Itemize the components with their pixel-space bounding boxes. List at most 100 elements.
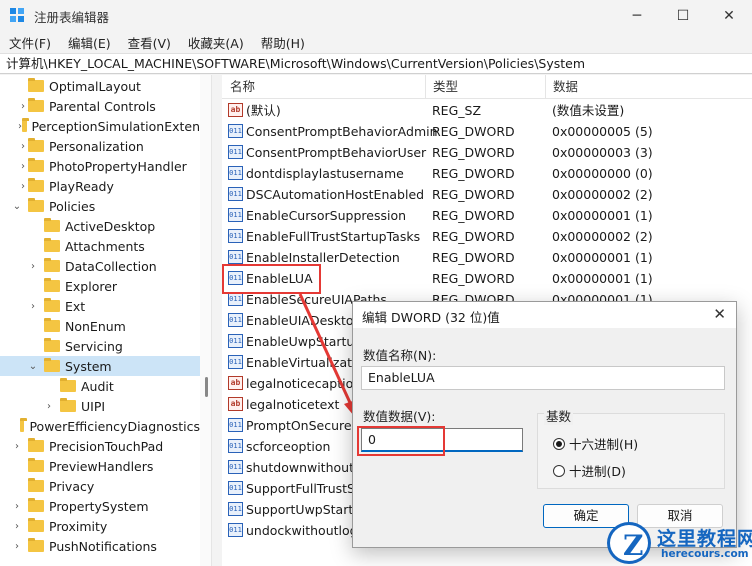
value-row[interactable]: 011 EnableFullTrustStartupTasks REG_DWORD 0… [222,226,752,247]
tree-item-label: Explorer [65,278,118,294]
expand-icon[interactable] [34,276,44,296]
tree-item[interactable]: › PrecisionTouchPad [0,436,200,456]
tree-item[interactable]: › Personalization [0,136,200,156]
expand-icon[interactable] [18,476,28,496]
chevron-right-icon[interactable]: › [18,156,28,176]
radio-hex[interactable]: 十六进制(H) [553,434,638,453]
value-data-label: 数值数据(V): [363,409,436,424]
tree-item[interactable]: › DataCollection [0,256,200,276]
tree-scrollbar[interactable] [200,75,211,566]
folder-icon [28,478,44,492]
tree-item[interactable]: › PhotoPropertyHandler [0,156,200,176]
value-row[interactable]: 011 DSCAutomationHostEnabled REG_DWORD 0x00… [222,184,752,205]
chevron-right-icon[interactable]: › [18,96,28,116]
tree-item[interactable]: ActiveDesktop [0,216,200,236]
chevron-right-icon[interactable]: › [12,536,22,556]
dialog-close-icon[interactable]: ✕ [713,305,726,323]
value-data: 0x00000003 (3) [552,145,653,160]
value-data: 0x00000002 (2) [552,187,653,202]
chevron-right-icon[interactable]: › [18,136,28,156]
string-value-icon: ab [228,397,243,411]
folder-icon [60,378,76,392]
expand-icon[interactable] [50,376,60,396]
tree-item[interactable]: PowerEfficiencyDiagnostics [0,416,200,436]
tree-item[interactable]: › PushNotifications [0,536,200,556]
folder-icon [60,398,76,412]
tree-item[interactable]: NonEnum [0,316,200,336]
folder-icon [44,298,60,312]
tree-item[interactable]: › PropertySystem [0,496,200,516]
tree-item[interactable]: Explorer [0,276,200,296]
chevron-down-icon[interactable]: ⌄ [12,196,22,216]
close-button[interactable]: ✕ [706,0,752,32]
expand-icon[interactable] [34,336,44,356]
value-data: 0x00000005 (5) [552,124,653,139]
chevron-right-icon[interactable]: › [44,396,54,416]
value-type: REG_DWORD [432,271,515,286]
tree-item[interactable]: ⌄ Policies [0,196,200,216]
binary-value-icon: 011 [228,418,243,432]
value-data: 0x00000000 (0) [552,166,653,181]
column-header-data[interactable]: 数据 [545,75,578,99]
menu-edit[interactable]: 编辑(E) [59,33,119,52]
chevron-down-icon[interactable]: ⌄ [28,356,38,376]
tree-item[interactable]: Servicing [0,336,200,356]
tree-item[interactable]: › Proximity [0,516,200,536]
value-row[interactable]: 011 ConsentPromptBehaviorUser REG_DWORD 0x0… [222,142,752,163]
value-name-field[interactable]: EnableLUA [361,366,725,390]
title-bar: 注册表编辑器 ─ ☐ ✕ [0,0,752,32]
tree-item-label: Policies [49,198,96,214]
tree-item[interactable]: › Parental Controls [0,96,200,116]
value-name: EnableCursorSuppression [246,208,407,223]
tree-item-label: Personalization [49,138,144,154]
tree-item[interactable]: › PlayReady [0,176,200,196]
value-type: REG_DWORD [432,166,515,181]
tree-scrollbar-thumb[interactable] [205,377,208,397]
tree-item[interactable]: Privacy [0,476,200,496]
chevron-right-icon[interactable]: › [18,176,28,196]
radio-selected-icon[interactable] [553,437,565,450]
chevron-right-icon[interactable]: › [12,516,22,536]
tree-item[interactable]: PreviewHandlers [0,456,200,476]
folder-icon [28,498,44,512]
radio-decimal[interactable]: 十进制(D) [553,461,626,480]
value-name: scforceoption [246,439,331,454]
chevron-right-icon[interactable]: › [28,296,38,316]
menu-file[interactable]: 文件(F) [0,33,59,52]
tree-item[interactable]: Audit [0,376,200,396]
expand-icon[interactable] [18,456,28,476]
column-header-name[interactable]: 名称 [222,75,255,99]
chevron-right-icon[interactable]: › [12,436,22,456]
value-type: REG_DWORD [432,229,515,244]
tree-item[interactable]: OptimalLayout [0,76,200,96]
menu-help[interactable]: 帮助(H) [252,33,313,52]
tree-item[interactable]: › PerceptionSimulationExten [0,116,200,136]
tree-item-label: PerceptionSimulationExten [31,118,200,134]
binary-value-icon: 011 [228,313,243,327]
folder-icon [28,458,44,472]
radio-unselected-icon[interactable] [553,464,565,477]
address-bar[interactable]: 计算机\HKEY_LOCAL_MACHINE\SOFTWARE\Microsof… [0,53,752,74]
chevron-right-icon[interactable]: › [28,256,38,276]
expand-icon[interactable] [18,76,28,96]
value-name: legalnoticetext [246,397,340,412]
menu-view[interactable]: 查看(V) [119,33,179,52]
tree-item-selected[interactable]: ⌄ System [0,356,200,376]
menu-favorites[interactable]: 收藏夹(A) [179,33,252,52]
tree-item[interactable]: › UIPI [0,396,200,416]
chevron-right-icon[interactable]: › [12,496,22,516]
expand-icon[interactable] [34,316,44,336]
column-header-type[interactable]: 类型 [425,75,458,99]
tree-item[interactable]: › Ext [0,296,200,316]
maximize-button[interactable]: ☐ [660,0,706,32]
minimize-button[interactable]: ─ [614,0,660,32]
value-row[interactable]: 011 dontdisplaylastusername REG_DWORD 0x000… [222,163,752,184]
expand-icon[interactable] [34,216,44,236]
list-header: 名称 类型 数据 [222,75,752,99]
value-row[interactable]: ab (默认) REG_SZ (数值未设置) [222,100,752,121]
value-row[interactable]: 011 ConsentPromptBehaviorAdmin REG_DWORD 0x… [222,121,752,142]
value-row[interactable]: 011 EnableCursorSuppression REG_DWORD 0x000… [222,205,752,226]
expand-icon[interactable] [34,236,44,256]
tree-item[interactable]: Attachments [0,236,200,256]
binary-value-icon: 011 [228,334,243,348]
